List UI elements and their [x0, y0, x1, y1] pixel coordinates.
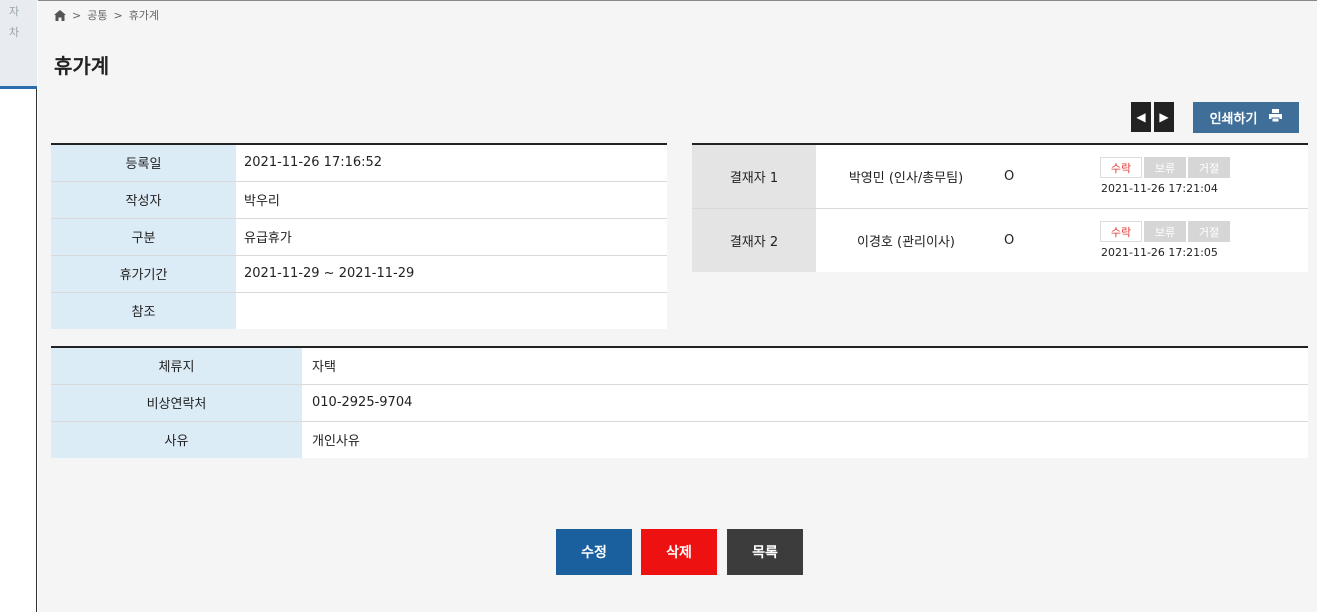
approver-2-actions: 수락 보류 거절 2021-11-26 17:21:05	[1068, 208, 1308, 272]
table-row: 휴가기간 2021-11-29 ~ 2021-11-29	[51, 255, 667, 293]
approver-2-name: 이경호 (관리이사)	[816, 208, 996, 272]
approver-1-label: 결재자 1	[692, 144, 816, 209]
previous-button[interactable]: ◀	[1131, 102, 1151, 132]
breadcrumb-item-current: 휴가계	[128, 9, 160, 22]
print-button-label: 인쇄하기	[1209, 112, 1258, 127]
reference-value	[236, 292, 667, 329]
vacation-detail-page: > 공통 > 휴가계 휴가계 ◀ ▶ 인쇄하기 등록일 2021-11-26 1…	[38, 0, 1317, 612]
table-row: 작성자 박우리	[51, 181, 667, 219]
print-button[interactable]: 인쇄하기	[1193, 102, 1299, 133]
category-label: 구분	[51, 218, 236, 256]
vacation-period-label: 휴가기간	[51, 255, 236, 293]
table-row: 참조	[51, 292, 667, 329]
edit-button[interactable]: 수정	[556, 529, 632, 575]
author-label: 작성자	[51, 181, 236, 219]
vacation-period-value: 2021-11-29 ~ 2021-11-29	[236, 255, 667, 293]
triangle-left-icon: ◀	[1136, 110, 1146, 124]
table-row: 구분 유급휴가	[51, 218, 667, 256]
approver-2-accept-button[interactable]: 수락	[1100, 221, 1142, 243]
approver-1-mark: O	[996, 144, 1068, 209]
approver-1-timestamp: 2021-11-26 17:21:04	[1101, 182, 1218, 196]
table-row: 비상연락처 010-2925-9704	[51, 384, 1308, 422]
approval-table: 결재자 1 박영민 (인사/총무팀) O 수락 보류 거절 2021-11-26…	[692, 143, 1308, 272]
printer-icon	[1269, 109, 1283, 126]
background-window-text-2: 차	[9, 26, 20, 39]
registered-date-value: 2021-11-26 17:16:52	[236, 144, 667, 182]
approver-1-actions: 수락 보류 거절 2021-11-26 17:21:04	[1068, 144, 1308, 209]
stay-location-label: 체류지	[51, 347, 302, 385]
triangle-right-icon: ▶	[1159, 110, 1169, 124]
stay-location-value: 자택	[302, 347, 1308, 385]
emergency-contact-label: 비상연락처	[51, 384, 302, 422]
delete-button[interactable]: 삭제	[641, 529, 717, 575]
approver-row: 결재자 1 박영민 (인사/총무팀) O 수락 보류 거절 2021-11-26…	[692, 144, 1308, 209]
breadcrumb-separator: >	[113, 8, 123, 22]
detail-info-table: 체류지 자택 비상연락처 010-2925-9704 사유 개인사유	[51, 346, 1308, 458]
background-window-accent	[0, 86, 37, 89]
table-row: 체류지 자택	[51, 347, 1308, 385]
approver-row: 결재자 2 이경호 (관리이사) O 수락 보류 거절 2021-11-26 1…	[692, 208, 1308, 272]
approver-2-mark: O	[996, 208, 1068, 272]
background-window: 자 차	[0, 0, 37, 612]
reason-value: 개인사유	[302, 421, 1308, 458]
list-button[interactable]: 목록	[727, 529, 803, 575]
author-value: 박우리	[236, 181, 667, 219]
approver-1-name: 박영민 (인사/총무팀)	[816, 144, 996, 209]
approver-1-reject-button[interactable]: 거절	[1188, 157, 1230, 179]
breadcrumb-separator: >	[72, 8, 82, 22]
approver-1-hold-button[interactable]: 보류	[1144, 157, 1186, 179]
approver-2-timestamp: 2021-11-26 17:21:05	[1101, 246, 1218, 260]
category-value: 유급휴가	[236, 218, 667, 256]
approver-2-reject-button[interactable]: 거절	[1188, 221, 1230, 243]
reason-label: 사유	[51, 421, 302, 458]
home-icon[interactable]	[54, 9, 66, 21]
emergency-contact-value: 010-2925-9704	[302, 384, 1308, 422]
table-row: 등록일 2021-11-26 17:16:52	[51, 144, 667, 182]
background-window-text-1: 자	[9, 5, 20, 18]
registered-date-label: 등록일	[51, 144, 236, 182]
reference-label: 참조	[51, 292, 236, 329]
page-title: 휴가계	[54, 54, 110, 78]
top-border	[38, 0, 1317, 1]
approver-2-label: 결재자 2	[692, 208, 816, 272]
table-row: 사유 개인사유	[51, 421, 1308, 458]
approver-2-hold-button[interactable]: 보류	[1144, 221, 1186, 243]
breadcrumb: > 공통 > 휴가계	[54, 7, 159, 23]
basic-info-table: 등록일 2021-11-26 17:16:52 작성자 박우리 구분 유급휴가 …	[51, 143, 667, 329]
breadcrumb-item-common[interactable]: 공통	[87, 7, 107, 23]
next-button[interactable]: ▶	[1154, 102, 1174, 132]
approver-1-accept-button[interactable]: 수락	[1100, 157, 1142, 179]
